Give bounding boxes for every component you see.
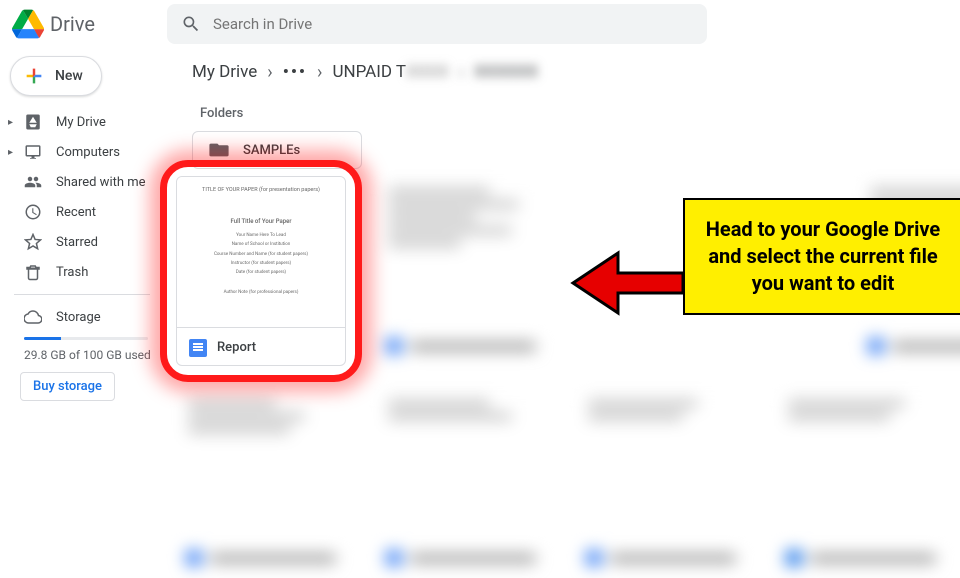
sidebar-item-label: Recent (56, 205, 96, 220)
file-thumbnail: TITLE OF YOUR PAPER (for presentation pa… (177, 177, 345, 327)
file-card-report[interactable]: TITLE OF YOUR PAPER (for presentation pa… (176, 176, 346, 366)
sidebar-item-trash[interactable]: Trash (6, 258, 158, 286)
chevron-right-icon: › (317, 62, 322, 83)
folder-name: SAMPLEs (243, 143, 300, 158)
sidebar-item-computers[interactable]: ▸ Computers (6, 138, 158, 166)
folders-row: SAMPLEs (192, 131, 960, 169)
breadcrumb: My Drive › ••• › UNPAID TXXXX › XXXXXX (192, 52, 960, 92)
breadcrumb-current[interactable]: UNPAID TXXXX (332, 62, 448, 82)
sidebar-item-mydrive[interactable]: ▸ My Drive (6, 108, 158, 136)
breadcrumb-obscured: XXXXXX (474, 62, 538, 82)
sidebar-item-label: My Drive (56, 115, 106, 130)
folder-icon (209, 142, 229, 158)
breadcrumb-overflow[interactable]: ••• (283, 62, 307, 82)
drive-logo-icon (12, 8, 44, 40)
blurred-file-card (376, 176, 546, 366)
cloud-icon (24, 308, 42, 326)
search-bar[interactable] (167, 4, 707, 44)
mydrive-icon (24, 113, 42, 131)
chevron-right-icon: › (459, 62, 464, 83)
plus-icon (23, 65, 45, 87)
annotation-arrow-icon (568, 248, 688, 318)
annotation-callout: Head to your Google Drive and select the… (683, 198, 960, 315)
search-input[interactable] (213, 15, 693, 33)
sidebar-divider (14, 294, 150, 295)
expand-icon: ▸ (8, 147, 13, 158)
sidebar-item-storage[interactable]: Storage (6, 303, 158, 331)
sidebar-item-label: Shared with me (56, 175, 146, 190)
storage-meter (24, 337, 148, 340)
new-button[interactable]: New (10, 56, 102, 96)
sidebar-item-label: Storage (56, 310, 101, 325)
trash-icon (24, 263, 42, 281)
breadcrumb-root[interactable]: My Drive (192, 62, 257, 82)
search-icon (181, 14, 201, 34)
folders-section-label: Folders (200, 106, 960, 121)
expand-icon: ▸ (8, 117, 13, 128)
google-doc-icon (189, 339, 207, 357)
folder-item[interactable]: SAMPLEs (192, 131, 362, 169)
shared-icon (24, 173, 42, 191)
computers-icon (24, 143, 42, 161)
new-button-label: New (55, 68, 83, 84)
buy-storage-button[interactable]: Buy storage (20, 372, 115, 401)
recent-icon (24, 203, 42, 221)
main-layout: New ▸ My Drive ▸ Computers Shared with m… (0, 48, 960, 540)
app-logo[interactable]: Drive (12, 8, 167, 40)
file-name: Report (217, 340, 256, 355)
file-footer: Report (177, 327, 345, 366)
chevron-right-icon: › (267, 62, 272, 83)
sidebar-item-label: Starred (56, 235, 98, 250)
sidebar-item-shared[interactable]: Shared with me (6, 168, 158, 196)
sidebar-item-starred[interactable]: Starred (6, 228, 158, 256)
app-header: Drive (0, 0, 960, 48)
starred-icon (24, 233, 42, 251)
blurred-file-card (576, 388, 746, 578)
app-name: Drive (50, 12, 95, 36)
sidebar-item-label: Trash (56, 265, 88, 280)
sidebar-item-recent[interactable]: Recent (6, 198, 158, 226)
blurred-file-card (176, 388, 346, 578)
sidebar: New ▸ My Drive ▸ Computers Shared with m… (0, 48, 168, 540)
sidebar-item-label: Computers (56, 145, 120, 160)
content-area: My Drive › ••• › UNPAID TXXXX › XXXXXX F… (168, 48, 960, 540)
blurred-file-card (776, 388, 946, 578)
storage-usage-text: 29.8 GB of 100 GB used (6, 348, 158, 362)
blurred-file-card (376, 388, 546, 578)
